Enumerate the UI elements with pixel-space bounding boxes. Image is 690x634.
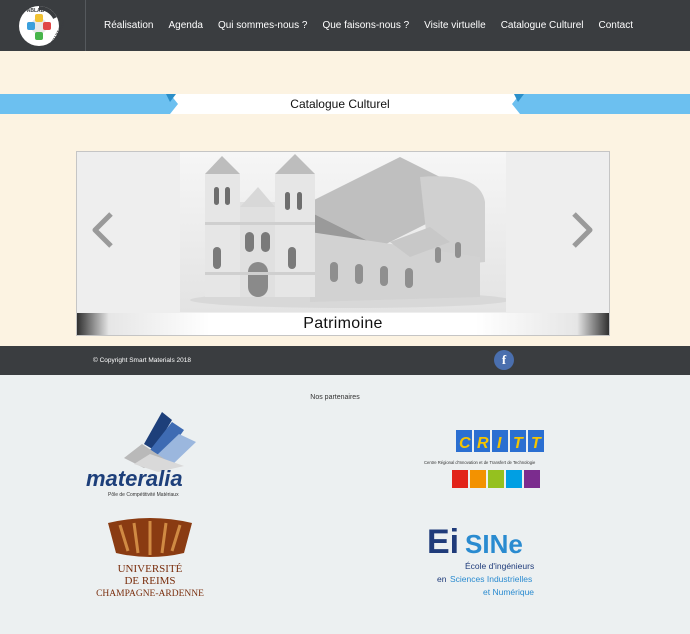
- critt-letter-r: R: [477, 435, 489, 452]
- critt-logo[interactable]: C R I T T Centre Régional d'Innovation e…: [420, 428, 570, 493]
- eisine-line2-prefix: en: [437, 574, 447, 584]
- materalia-logo[interactable]: materalia Pôle de Compétitivité Matériau…: [84, 410, 214, 500]
- nav-realisation[interactable]: Réalisation: [104, 20, 153, 31]
- slider-next-button[interactable]: [568, 210, 598, 250]
- nav-contact[interactable]: Contact: [599, 20, 633, 31]
- fablab-logo[interactable]: FABLAB SMART MATERIALS: [14, 2, 73, 49]
- partners-title: Nos partenaires: [310, 394, 360, 401]
- image-slider[interactable]: Patrimoine: [76, 151, 610, 336]
- chevron-right-icon: [572, 212, 593, 248]
- top-navbar: FABLAB SMART MATERIALS Réalisation Agend…: [0, 0, 690, 51]
- facebook-icon[interactable]: f: [494, 350, 514, 370]
- nav-que-faisons-nous[interactable]: Que faisons-nous ?: [322, 20, 409, 31]
- materalia-subtitle: Pôle de Compétitivité Matériaux: [108, 492, 179, 498]
- logo-divider: [85, 0, 86, 51]
- slide-caption: Patrimoine: [303, 315, 383, 332]
- materalia-name: materalia: [86, 466, 183, 491]
- eisine-name-part1: Ei: [427, 523, 459, 561]
- logo-top-text: FABLAB: [24, 8, 45, 14]
- nav-agenda[interactable]: Agenda: [168, 20, 202, 31]
- nav-visite-virtuelle[interactable]: Visite virtuelle: [424, 20, 486, 31]
- nav-catalogue-culturel[interactable]: Catalogue Culturel: [501, 20, 584, 31]
- slider-prev-button[interactable]: [87, 210, 117, 250]
- eisine-line1: École d'ingénieurs: [465, 561, 534, 571]
- chevron-left-icon: [92, 212, 113, 248]
- eisine-line2: Sciences Industrielles: [450, 574, 532, 584]
- main-nav: Réalisation Agenda Qui sommes-nous ? Que…: [104, 0, 648, 51]
- eisine-logo[interactable]: Ei SINe École d'ingénieurs en Sciences I…: [425, 515, 570, 605]
- church-3d-model-image: [180, 152, 510, 312]
- eisine-line3: et Numérique: [483, 587, 534, 597]
- universite-reims-logo[interactable]: UNIVERSITÉ DE REIMS CHAMPAGNE-ARDENNE: [80, 515, 220, 605]
- footer-bar: © Copyright Smart Materials 2018 f: [0, 346, 690, 375]
- critt-letter-i: I: [497, 435, 502, 452]
- critt-letter-c: C: [459, 435, 471, 452]
- urca-line2: DE REIMS: [124, 575, 175, 587]
- critt-subtitle: Centre Régional d'Innovation et de Trans…: [424, 460, 536, 465]
- section-banner: Catalogue Culturel: [0, 94, 690, 114]
- section-title: Catalogue Culturel: [290, 97, 390, 111]
- urca-line3: CHAMPAGNE-ARDENNE: [96, 589, 204, 599]
- urca-line1: UNIVERSITÉ: [118, 563, 183, 575]
- catalogue-section: Catalogue Culturel Patrimoine: [0, 51, 690, 346]
- critt-letter-t2: T: [531, 435, 542, 452]
- copyright-text: © Copyright Smart Materials 2018: [93, 357, 191, 364]
- critt-letter-t1: T: [513, 435, 524, 452]
- eisine-name-part2: SINe: [465, 529, 523, 559]
- nav-qui-sommes-nous[interactable]: Qui sommes-nous ?: [218, 20, 307, 31]
